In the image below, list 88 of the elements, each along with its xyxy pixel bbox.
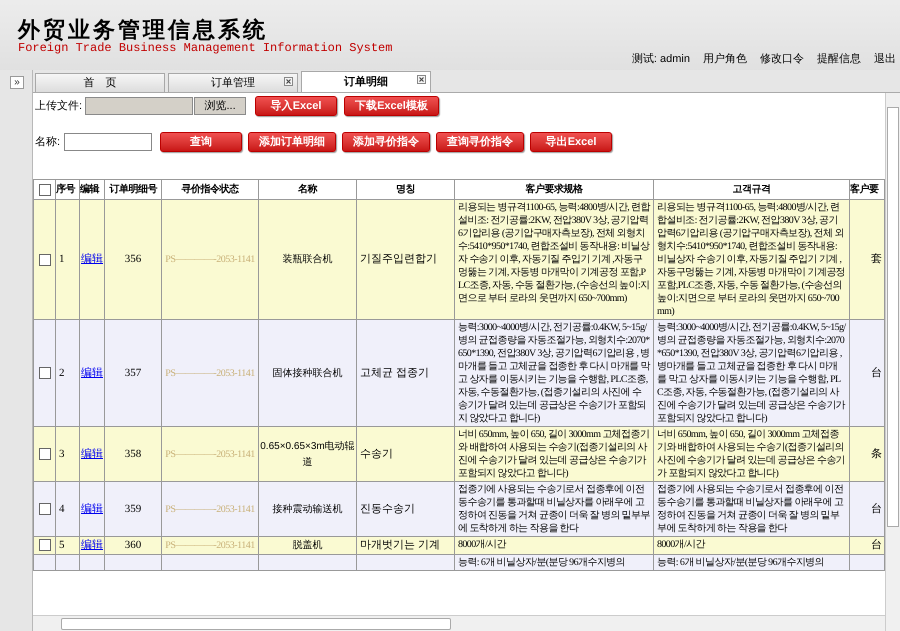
header-link[interactable]: 退出: [874, 51, 896, 68]
action-button[interactable]: 查询寻价指令: [436, 132, 524, 152]
column-header: 编辑: [80, 184, 99, 195]
table-cell: 0.65×0.65×3m电动辊道: [260, 440, 355, 468]
action-button[interactable]: 下载Excel模板: [344, 96, 439, 116]
name-field[interactable]: [64, 133, 152, 151]
table-cell: 마개벗기는 기계: [360, 539, 440, 551]
table-cell: PS————-2053-1141: [165, 368, 255, 379]
action-button[interactable]: 导入Excel: [255, 96, 338, 116]
table-cell: 8000개/시간: [657, 539, 705, 550]
header-link[interactable]: 修改口令: [760, 51, 804, 68]
column-header: 寻价指令状态: [182, 184, 238, 195]
table-cell: 装瓶联合机: [282, 254, 332, 266]
table-cell: 4: [59, 502, 64, 515]
close-icon[interactable]: [417, 75, 426, 84]
table-cell: 진동수송기: [360, 502, 415, 515]
table-cell: 台: [871, 366, 882, 379]
table-cell: 台: [871, 539, 882, 551]
table-cell: 능력: 6개 비닐상자/분(분당 96개수지병의: [458, 556, 625, 568]
table-cell: 2: [59, 366, 64, 379]
column-header: 客户要: [850, 184, 878, 195]
action-button[interactable]: 添加订单明细: [248, 132, 336, 152]
name-label: 名称:: [35, 134, 60, 150]
table-cell: 条: [871, 448, 882, 460]
action-button[interactable]: 添加寻价指令: [342, 132, 430, 152]
checkbox[interactable]: [38, 367, 50, 380]
table-cell: 台: [871, 502, 882, 515]
table-cell: 너비 650mm, 높이 650, 길이 3000mm 고체접종기와 배합하여 사용되는 수송기(접종기설리의 사진에 수송기가 달려 있는데 공급상은 수송기가 포함되지 않았다고 합니다): [458, 429, 650, 479]
table-cell: 5: [59, 539, 64, 551]
user-label: 测试: admin: [632, 52, 690, 67]
column-header: 订单明细号: [109, 184, 157, 195]
browse-button[interactable]: 浏览...: [194, 97, 246, 115]
table-cell: 8000개/시간: [458, 539, 506, 550]
expand-sidebar-button[interactable]: »: [10, 76, 24, 89]
table-cell: 359: [124, 502, 142, 515]
table-cell: 능력:3000~4000병/시간, 전기공률:0.4KW, 5~15g/병의 균접종량을 자동조절가능, 외형치수:2070*650*1390, 전압380V 3상, 공기압력6기압리용 , 병마개를 들고 고체균을 접종한 후 다시 마개를 막고 상자를 이동시키는 기능을 수행함, PLC조종, 자동, 수동절환가능, (접종기설리의 사진에 수송기가 달려 있는데 공급상은 수송기가 포함되지 않았다고 합니다): [458, 322, 650, 424]
table-cell: 접종기에 사용되는 수송기로서 접종후에 이전동수송기를 통과할때 비닐상자를 아래우에 고정하여 진동을 거쳐 균종이 더욱 잘 병의 밑부부에 도착하게 하는 작용을 한다: [657, 484, 844, 534]
checkbox[interactable]: [38, 254, 50, 266]
table-cell: 리용되는 병규격1100-65, 능력:4800병/시간, 련합설비조: 전기공률:2KW, 전압380V 3상, 공기압력6기압리용 (공기압구매자측보장), 전체 외형치수:5410*950*1740, 련합조설비 동작내용: 비닐상자 수송기 이후, 자동기질 주입기 기계 ,자동구멍뚫는 기계, 자동병 마개막이 기계공정 포함,PLC조종, 자동, 수동 절환가능, (수송선의 높이:지면으로 부터 로라의 웃면까지 650~700mm): [657, 202, 846, 317]
edit-link[interactable]: 编辑: [81, 366, 103, 379]
table-cell: 리용되는 병규격1100-65, 능력:4800병/시간, 련합설비조: 전기공률:2KW, 전압380V 3상, 공기압력6기압리용 (공기압구매자측보장), 전체 외형치수:5410*950*1740, 련합조설비 동작내용: 비닐상자 수송기 이후, 자동기질 주입기 기계 ,자동구멍뚫는 기계, 자동병 마개막이 기계공정 포함,PLC조종, 자동, 수동 절환가능, (수송선의 높이:지면으로 부터 로라의 웃면까지 650~700mm): [458, 202, 650, 304]
table-cell: 360: [124, 539, 142, 551]
table-cell: PS————-2053-1141: [165, 540, 255, 551]
app-subtitle: Foreign Trade Business Management Information System: [18, 41, 392, 57]
table-cell: 357: [124, 366, 142, 379]
tab[interactable]: 首 页: [35, 73, 165, 92]
checkbox[interactable]: [38, 503, 50, 516]
table-cell: PS————-2053-1141: [165, 254, 255, 266]
vertical-scrollbar[interactable]: [885, 93, 900, 631]
file-path-field[interactable]: [85, 97, 194, 115]
table-cell: 1: [59, 253, 64, 266]
app-title: 外贸业务管理信息系统: [18, 16, 268, 42]
checkbox[interactable]: [38, 448, 50, 460]
edit-link[interactable]: 编辑: [81, 253, 103, 266]
table-cell: 너비 650mm, 높이 650, 길이 3000mm 고체접종기와 배합하여 사용되는 수송기(접종기설리의 사진에 수송기가 달려 있는데 공급상은 수송기가 포함되지 않았다고 합니다): [657, 429, 846, 479]
checkbox[interactable]: [38, 539, 50, 552]
edit-link[interactable]: 编辑: [81, 448, 103, 460]
column-header: 名称: [298, 184, 317, 195]
table-cell: 능력: 6개 비닐상자/분(분당 96개수지병의: [657, 556, 824, 568]
column-header: 고객규격: [732, 184, 770, 195]
action-button[interactable]: 查询: [160, 132, 242, 152]
tab[interactable]: 订单明细: [301, 71, 431, 92]
table-cell: 접종기에 사용되는 수송기로서 접종후에 이전동수송기를 통과할때 비닐상자를 아래우에 고정하여 진동을 거쳐 균종이 더욱 잘 병의 밑부부에 도착하게 하는 작용을 한다: [458, 484, 650, 534]
table-cell: 수송기: [360, 448, 393, 460]
table-cell: 356: [124, 253, 142, 266]
tab[interactable]: 订单管理: [168, 73, 298, 92]
header-link[interactable]: 用户角色: [703, 51, 747, 68]
header-link[interactable]: 提醒信息: [817, 51, 861, 68]
action-button[interactable]: 导出Excel: [530, 132, 612, 152]
table-cell: 接种震动输送机: [272, 504, 342, 515]
table-cell: 固体接种联合机: [272, 368, 342, 379]
table-cell: 기질주입련합기: [360, 253, 437, 266]
table-cell: 고체균 접종기: [360, 366, 430, 379]
column-header: 客户要求规格: [526, 184, 582, 195]
table-cell: 능력:3000~4000병/시간, 전기공률:0.4KW, 5~15g/병의 균접종량을 자동조절가능, 외형치수:2070*650*1390, 전압380V 3상, 공기압력6기압리용 , 병마개를 들고 고체균을 접종한 후 다시 마개를 막고 상자를 이동시키는 기능을 수행함, PLC조종, 자동, 수동절환가능, (접종기설리의 사진에 수송기가 달려 있는데 공급상은 수송기가 포함되지 않았다고 합니다): [657, 322, 846, 424]
column-header: 序号: [56, 184, 75, 195]
table-cell: PS————-2053-1141: [165, 504, 255, 515]
upload-label: 上传文件:: [35, 98, 82, 114]
checkbox[interactable]: [38, 184, 50, 196]
table-cell: 脱盖机: [292, 540, 322, 551]
table-cell: 358: [124, 448, 142, 460]
table-cell: PS————-2053-1141: [165, 448, 255, 460]
horizontal-scrollbar[interactable]: [33, 615, 885, 631]
table-cell: 3: [59, 448, 64, 460]
edit-link[interactable]: 编辑: [81, 502, 103, 515]
close-icon[interactable]: [284, 77, 293, 86]
table-cell: 套: [871, 253, 882, 266]
column-header: 명칭: [396, 184, 415, 195]
